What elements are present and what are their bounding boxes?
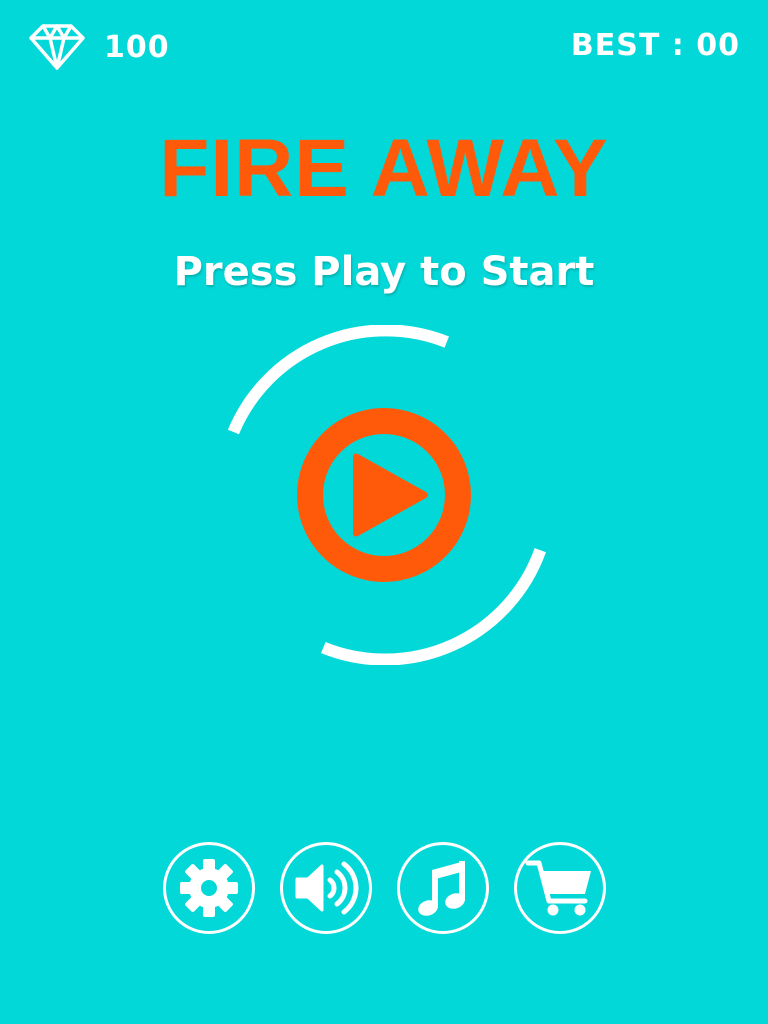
gem-count: 100 [104,29,170,65]
play-area [216,325,556,665]
gear-icon [180,859,238,917]
settings-button[interactable] [163,842,255,934]
start-prompt: Press Play to Start [173,249,595,295]
speaker-icon [295,861,359,915]
gem-counter: 100 [28,22,170,72]
best-score: BEST : 00 [570,28,740,63]
music-note-icon [418,861,465,916]
play-button[interactable] [297,408,471,582]
bottom-toolbar [163,842,606,934]
diamond-icon [29,24,85,70]
game-title: FIRE AWAY [159,123,609,214]
music-button[interactable] [397,842,489,934]
cart-icon [525,860,591,916]
shop-button[interactable] [514,842,606,934]
sound-button[interactable] [280,842,372,934]
play-icon [353,453,428,537]
